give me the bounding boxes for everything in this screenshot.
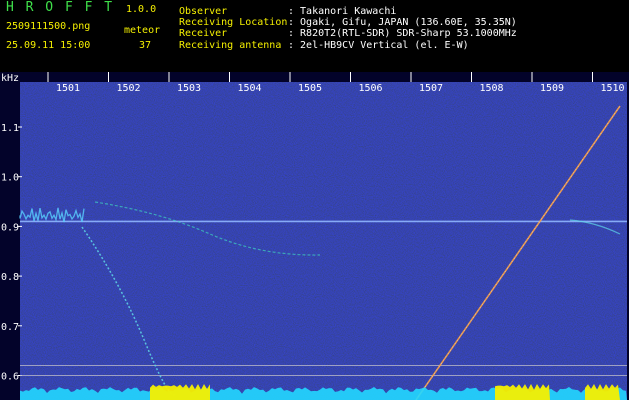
antenna-value: : 2el-HB9CV Vertical (el. E-W) — [288, 40, 469, 51]
header-panel: H R O F F T 1.0.0 2509111500.png meteor … — [0, 0, 629, 72]
x-tick-label: 1503 — [177, 83, 201, 94]
tick-strip — [20, 72, 627, 82]
x-tick-label: 1510 — [600, 83, 624, 94]
spectrogram-noise — [20, 82, 627, 400]
y-tick-label: 1.1 — [1, 123, 19, 134]
app-version: 1.0.0 — [126, 4, 157, 15]
y-tick-label: 1.0 — [1, 173, 19, 184]
x-tick-label: 1505 — [298, 83, 322, 94]
image-filename: 2509111500.png — [6, 21, 91, 32]
x-tick-label: 1506 — [358, 83, 382, 94]
x-tick-label: 1501 — [56, 83, 80, 94]
meteor-label: meteor — [124, 25, 161, 36]
y-axis-unit: kHz — [1, 73, 19, 84]
x-tick-label: 1504 — [237, 83, 261, 94]
y-tick-label: 0.8 — [1, 272, 19, 283]
receiver-value: : R820T2(RTL-SDR) SDR-Sharp 53.1000MHz — [288, 28, 517, 39]
x-tick-label: 1509 — [540, 83, 564, 94]
y-tick-label: 0.9 — [1, 222, 19, 233]
datetime: 25.09.11 15:00 — [6, 40, 91, 51]
y-tick-label: 0.6 — [1, 372, 19, 383]
receiver-label: Receiver — [179, 28, 228, 39]
y-tick-label: 0.7 — [1, 322, 19, 333]
antenna-label: Receiving antenna — [179, 40, 282, 51]
x-tick-label: 1502 — [116, 83, 140, 94]
x-tick-label: 1507 — [419, 83, 443, 94]
meteor-count: 37 — [139, 40, 152, 51]
x-tick-label: 1508 — [479, 83, 503, 94]
spectrogram: kHz 1.1 1.0 0.9 0.8 0.7 0.6 1501 1502 1503 1504 150… — [0, 72, 629, 400]
app-name: H R O F F T — [6, 0, 115, 15]
